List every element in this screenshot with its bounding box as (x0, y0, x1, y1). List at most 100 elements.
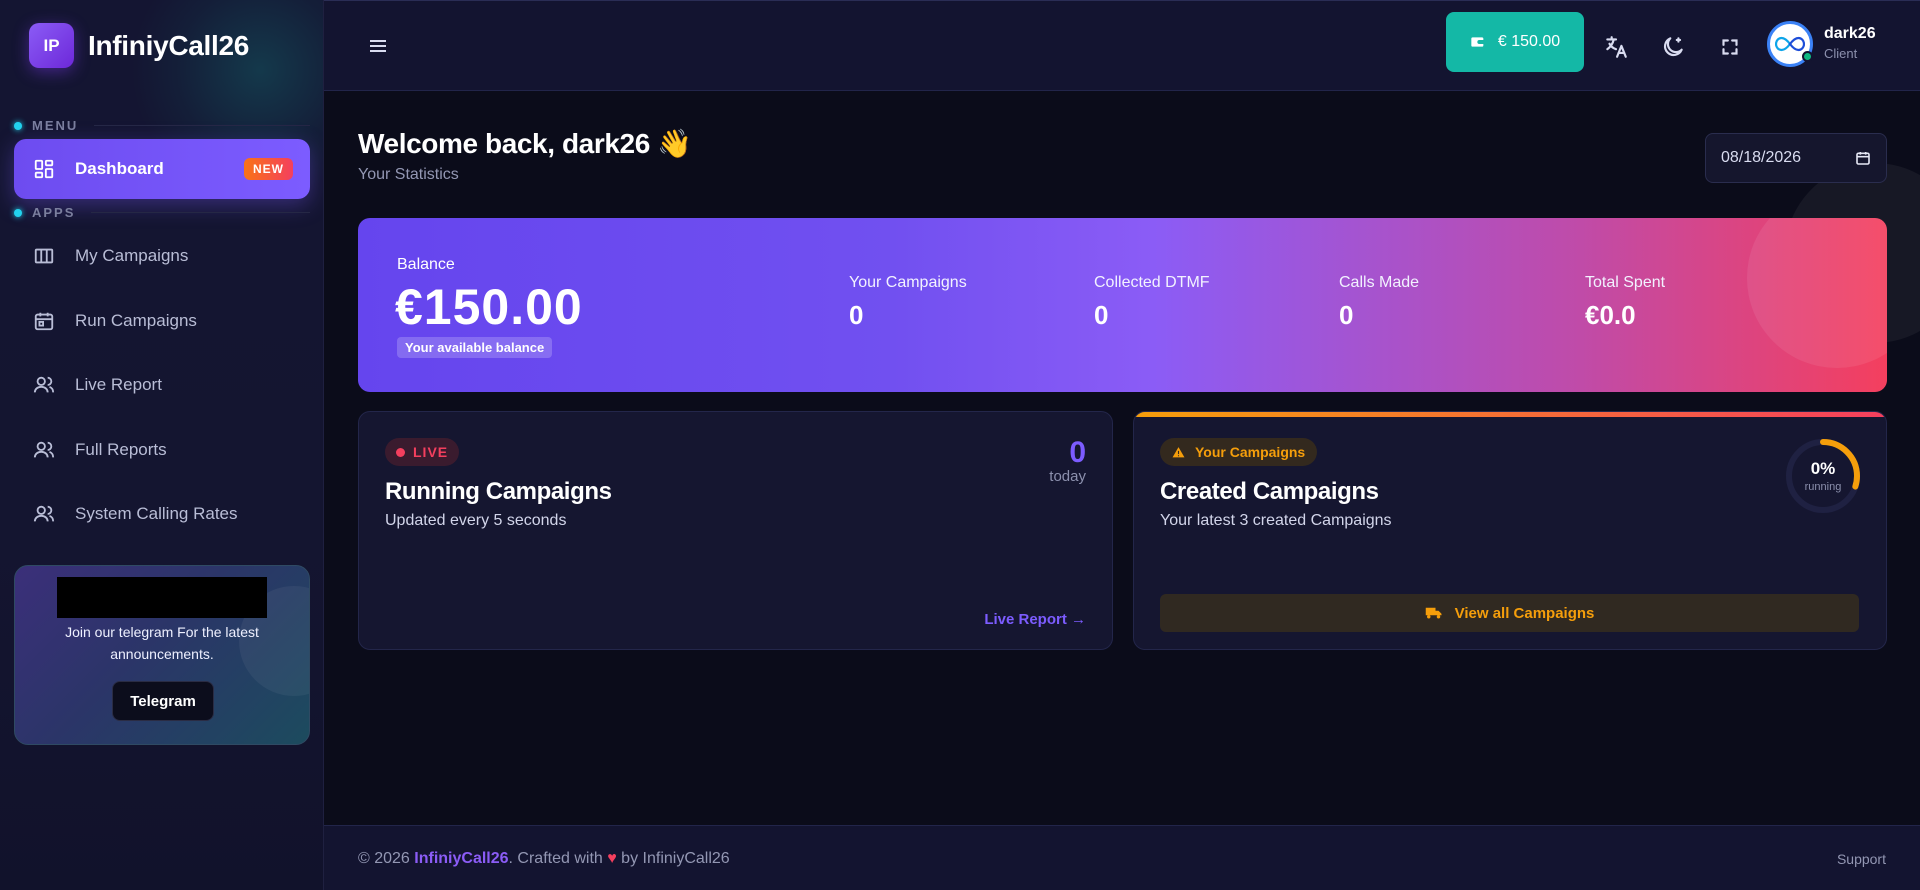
telegram-promo: Join our telegram For the latest announc… (14, 565, 310, 745)
campaigns-badge: Your Campaigns (1160, 438, 1318, 466)
sidebar-item-label: Live Report (75, 375, 162, 394)
card-title: Running Campaigns (385, 478, 612, 505)
columns-icon (34, 248, 54, 264)
truck-icon (1425, 607, 1442, 619)
live-badge: LIVE (385, 438, 460, 466)
stat-your-campaigns: Your Campaigns 0 (849, 274, 967, 331)
new-badge: NEW (244, 158, 293, 180)
stat-value: 0 (1094, 300, 1109, 330)
campaigns-badge-label: Your Campaigns (1195, 444, 1306, 460)
sidebar-item-run-campaigns[interactable]: Run Campaigns (14, 291, 310, 351)
section-divider (91, 212, 310, 213)
sidebar-item-system-calling-rates[interactable]: System Calling Rates (14, 484, 310, 544)
user-name[interactable]: dark26 (1824, 25, 1876, 43)
redacted-block (57, 577, 267, 618)
sidebar-item-my-campaigns[interactable]: My Campaigns (14, 226, 310, 286)
hamburger-menu-icon[interactable] (366, 34, 390, 58)
footer-brand-link[interactable]: InfiniyCall26 (414, 850, 508, 867)
sidebar-item-full-reports[interactable]: Full Reports (14, 420, 310, 480)
balance-card: Balance €150.00 Your available balance Y… (358, 218, 1887, 392)
section-divider (94, 125, 310, 126)
running-count: 0 today (1049, 436, 1086, 485)
date-picker-input[interactable]: 08/18/2026 (1705, 133, 1887, 183)
wallet-balance-button[interactable]: € 150.00 (1446, 12, 1584, 72)
dashboard-icon (34, 159, 54, 179)
sidebar-item-live-report[interactable]: Live Report (14, 355, 310, 415)
running-count-label: today (1049, 468, 1086, 485)
warning-icon (1172, 446, 1185, 457)
users-icon (33, 376, 55, 393)
user-role: Client (1824, 46, 1858, 61)
sidebar-item-dashboard[interactable]: Dashboard NEW (14, 139, 310, 199)
avatar-logo-icon (1775, 36, 1805, 52)
page-title: Welcome back, dark26 👋 (358, 128, 692, 159)
top-header: € 150.00 dark26 Client (324, 0, 1920, 91)
section-dot (14, 121, 22, 130)
running-percent-ring: 0% running (1784, 437, 1862, 515)
copyright-prefix: © 2026 (358, 850, 415, 867)
live-dot (396, 447, 405, 457)
dark-mode-moon-icon[interactable] (1660, 34, 1686, 60)
card-decoration (1747, 218, 1887, 368)
date-value: 08/18/2026 (1721, 149, 1802, 166)
users-icon (33, 441, 55, 458)
brand[interactable]: IP InfiniyCall26 (29, 23, 249, 68)
card-title: Created Campaigns (1160, 478, 1379, 505)
online-status-dot (1802, 51, 1813, 62)
balance-value: €150.00 (395, 279, 583, 335)
stat-label: Calls Made (1339, 274, 1420, 291)
wallet-amount: € 150.00 (1497, 33, 1561, 50)
calendar-icon[interactable] (1855, 150, 1871, 166)
stat-label: Your Campaigns (849, 274, 967, 291)
brand-logo: IP (29, 23, 74, 68)
promo-text: Join our telegram For the latest announc… (65, 624, 259, 662)
sidebar-item-label: My Campaigns (75, 246, 189, 265)
section-menu: MENU (14, 118, 310, 133)
wallet-icon (1471, 37, 1484, 47)
section-apps-label: APPS (32, 205, 76, 220)
section-dot (14, 208, 22, 217)
stat-value: 0 (1339, 300, 1354, 330)
running-campaigns-card: LIVE Running Campaigns Updated every 5 s… (358, 411, 1113, 650)
stat-calls-made: Calls Made 0 (1339, 274, 1419, 331)
fullscreen-icon[interactable] (1717, 34, 1743, 60)
sidebar-item-label: System Calling Rates (75, 504, 238, 523)
stat-value: €0.0 (1585, 300, 1636, 330)
sidebar-item-label: Full Reports (75, 440, 167, 459)
view-all-campaigns-button[interactable]: View all Campaigns (1160, 594, 1859, 632)
sidebar-item-label: Dashboard (75, 159, 164, 178)
live-report-link[interactable]: Live Report → (984, 611, 1086, 628)
view-all-label: View all Campaigns (1454, 604, 1595, 622)
section-menu-label: MENU (32, 118, 79, 133)
card-subtitle: Your latest 3 created Campaigns (1160, 512, 1392, 529)
stat-collected-dtmf: Collected DTMF 0 (1094, 274, 1210, 331)
card-accent-bar (1134, 412, 1886, 417)
footer-copyright: © 2026 InfiniyCall26. Crafted with ♥ by … (358, 850, 730, 868)
stat-total-spent: Total Spent €0.0 (1585, 274, 1665, 331)
percent-value: 0% (1810, 459, 1836, 478)
section-apps: APPS (14, 205, 310, 220)
balance-note: Your available balance (397, 337, 553, 358)
sidebar-item-label: Run Campaigns (75, 311, 197, 330)
telegram-button[interactable]: Telegram (112, 681, 214, 721)
users-icon (33, 505, 55, 522)
running-count-value: 0 (1069, 436, 1086, 469)
calendar-icon (34, 312, 54, 331)
sidebar: IP InfiniyCall26 MENU Dashboard NEW APPS… (0, 0, 324, 890)
support-link[interactable]: Support (1837, 851, 1886, 867)
crafted-by-text: by InfiniyCall26 (616, 850, 730, 867)
footer: © 2026 InfiniyCall26. Crafted with ♥ by … (324, 825, 1920, 890)
stat-value: 0 (849, 300, 864, 330)
avatar[interactable] (1767, 21, 1813, 67)
page-subtitle: Your Statistics (358, 166, 459, 183)
heart-icon: ♥ (607, 850, 617, 867)
brand-name: InfiniyCall26 (88, 29, 250, 61)
translate-icon[interactable] (1603, 34, 1629, 60)
created-campaigns-card: Your Campaigns Created Campaigns Your la… (1133, 411, 1887, 650)
live-badge-label: LIVE (413, 444, 449, 460)
main-content: Welcome back, dark26 👋 Your Statistics 0… (324, 92, 1920, 824)
card-subtitle: Updated every 5 seconds (385, 512, 567, 529)
stat-label: Collected DTMF (1094, 274, 1210, 291)
crafted-text: . Crafted with (508, 850, 608, 867)
balance-label: Balance (397, 256, 455, 273)
